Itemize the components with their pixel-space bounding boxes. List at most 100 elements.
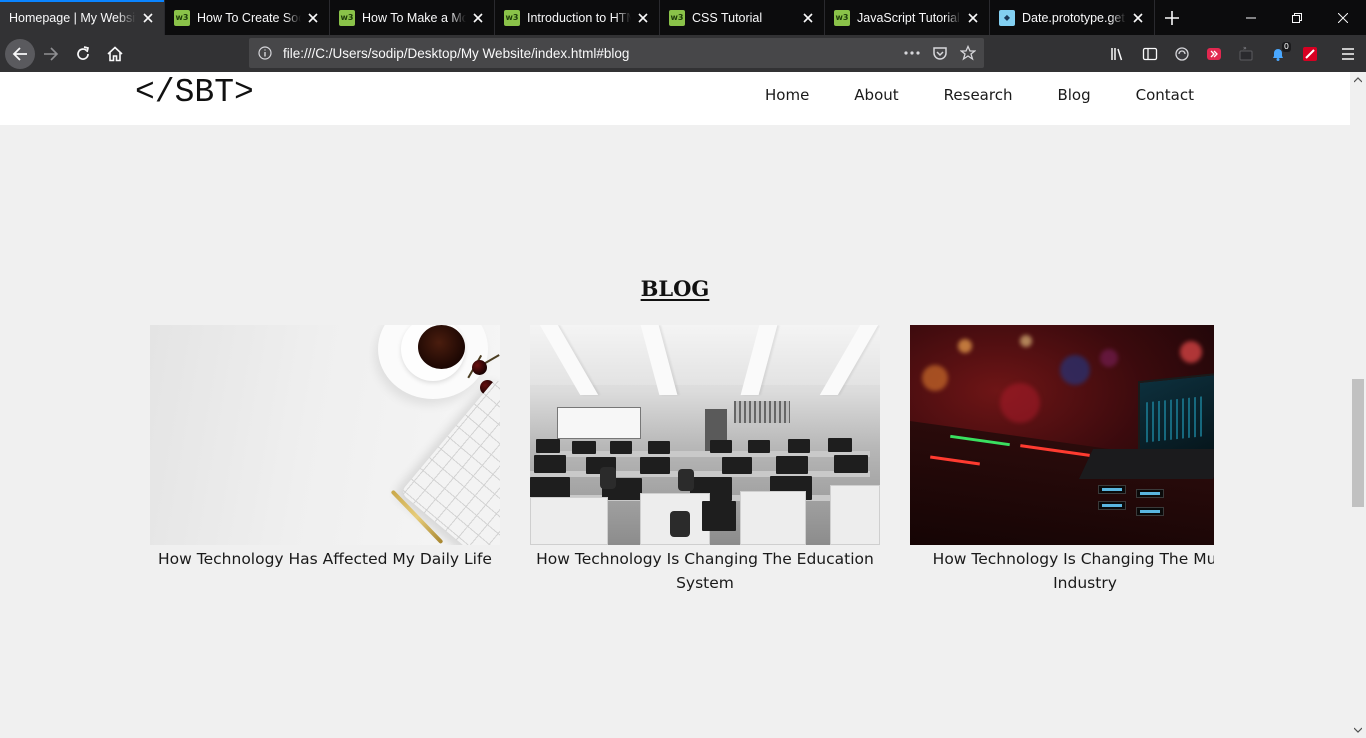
new-tab-button[interactable] [1155, 0, 1189, 35]
blog-card-title[interactable]: How Technology Is Changing The Music Ind… [910, 547, 1214, 595]
toolbar-right: » 0 [1102, 35, 1364, 72]
minimize-button[interactable] [1228, 0, 1274, 35]
blog-image-computer-lab[interactable] [530, 325, 880, 545]
bokeh-light [1020, 335, 1032, 347]
tab-intro-html[interactable]: w3 Introduction to HTML [495, 0, 660, 35]
tab-title: How To Make a Modal Box [362, 10, 466, 25]
tab-title: How To Create Social Media Buttons [197, 10, 301, 25]
whiteboard-shape [557, 407, 641, 439]
monitor-shape [748, 440, 770, 453]
blog-card[interactable]: How Technology Is Changing The Music Ind… [910, 325, 1214, 595]
notifications-button[interactable]: 0 [1262, 38, 1294, 70]
level-display [1136, 507, 1164, 516]
forward-button[interactable] [35, 38, 67, 70]
back-button[interactable] [5, 38, 35, 69]
laptop-screen [1138, 372, 1214, 460]
blog-card-title[interactable]: How Technology Is Changing The Education… [530, 547, 880, 595]
svg-text:»: » [1243, 46, 1247, 52]
keyboard-shape [400, 377, 500, 545]
partition-shape [740, 491, 806, 545]
nav-link-contact[interactable]: Contact [1136, 86, 1194, 104]
tab-title: Introduction to HTML [527, 10, 631, 25]
blog-card[interactable]: How Technology Is Changing The Education… [530, 325, 880, 595]
monitor-shape [572, 441, 596, 454]
w3schools-icon: w3 [669, 9, 685, 26]
level-display [1098, 501, 1126, 510]
home-button[interactable] [99, 38, 131, 70]
nav-link-blog[interactable]: Blog [1057, 86, 1090, 104]
bokeh-light [1060, 355, 1090, 385]
pocket-icon[interactable] [932, 45, 948, 61]
monitor-shape [530, 477, 570, 499]
nav-link-home[interactable]: Home [765, 86, 809, 104]
coffee-shape [418, 325, 465, 369]
bokeh-light [1100, 349, 1118, 367]
restore-icon [1292, 12, 1302, 23]
url-bar[interactable]: file:///C:/Users/sodip/Desktop/My Websit… [249, 38, 984, 68]
page-viewport: </SBT> Home About Research Blog Contact … [0, 72, 1350, 738]
close-icon[interactable] [1130, 10, 1146, 26]
info-icon[interactable] [257, 45, 273, 61]
close-icon[interactable] [635, 10, 651, 26]
monitor-shape [722, 457, 752, 474]
tab-strip: Homepage | My Website w3 How To Create S… [0, 0, 1366, 35]
arrow-left-icon [12, 46, 27, 61]
sync-extension-button[interactable] [1166, 38, 1198, 70]
video-extension-button[interactable] [1198, 38, 1230, 70]
level-display [1136, 489, 1164, 498]
blog-card-title[interactable]: How Technology Has Affected My Daily Lif… [150, 547, 500, 571]
curtain-shape [734, 401, 790, 423]
close-icon[interactable] [305, 10, 321, 26]
tab-css-tutorial[interactable]: w3 CSS Tutorial [660, 0, 825, 35]
blog-heading: BLOG [640, 276, 710, 301]
blog-image-desk[interactable] [150, 325, 500, 545]
library-button[interactable] [1102, 38, 1134, 70]
bokeh-light [1180, 341, 1202, 363]
tab-javascript-tutorial[interactable]: w3 JavaScript Tutorial [825, 0, 990, 35]
close-icon[interactable] [140, 10, 156, 26]
extension-icon: » [1239, 46, 1253, 60]
bokeh-light [958, 339, 972, 353]
extension-button[interactable]: » [1230, 38, 1262, 70]
w3schools-icon: w3 [174, 9, 190, 26]
tab-title: Homepage | My Website [9, 10, 136, 25]
page-scrollbar[interactable] [1350, 72, 1366, 738]
arrow-right-icon [44, 46, 59, 61]
chair-shape [670, 511, 690, 537]
tab-social-media-buttons[interactable]: w3 How To Create Social Media Buttons [165, 0, 330, 35]
pen-extension-button[interactable] [1294, 38, 1326, 70]
monitor-shape [534, 455, 566, 473]
minimize-icon [1246, 17, 1256, 18]
close-icon[interactable] [470, 10, 486, 26]
scroll-down-icon[interactable] [1350, 722, 1366, 738]
blog-card[interactable]: How Technology Has Affected My Daily Lif… [150, 325, 500, 571]
partition-shape [830, 485, 880, 545]
more-actions-icon[interactable] [904, 45, 920, 61]
url-text[interactable]: file:///C:/Users/sodip/Desktop/My Websit… [283, 46, 904, 61]
sync-icon [1175, 46, 1189, 61]
monitor-shape [536, 439, 560, 453]
blog-image-music[interactable] [910, 325, 1214, 545]
restore-button[interactable] [1274, 0, 1320, 35]
scroll-thumb[interactable] [1352, 379, 1364, 507]
close-window-button[interactable] [1320, 0, 1366, 35]
level-display [1098, 485, 1126, 494]
site-logo[interactable]: </SBT> [135, 74, 254, 111]
nav-link-research[interactable]: Research [944, 86, 1013, 104]
close-icon[interactable] [965, 10, 981, 26]
tab-date-getfullyear[interactable]: ◆ Date.prototype.getFullYear() [990, 0, 1155, 35]
nav-toolbar: file:///C:/Users/sodip/Desktop/My Websit… [0, 35, 1366, 72]
close-icon[interactable] [800, 10, 816, 26]
reload-button[interactable] [67, 38, 99, 70]
tab-title: CSS Tutorial [692, 10, 763, 25]
menu-button[interactable] [1332, 38, 1364, 70]
star-icon[interactable] [960, 45, 976, 61]
home-icon [107, 45, 123, 61]
scroll-up-icon[interactable] [1350, 72, 1366, 88]
nav-link-about[interactable]: About [854, 86, 898, 104]
w3schools-icon: w3 [339, 9, 355, 26]
tab-homepage[interactable]: Homepage | My Website [0, 0, 165, 35]
sidebar-button[interactable] [1134, 38, 1166, 70]
bokeh-light [922, 365, 948, 391]
tab-modal-box[interactable]: w3 How To Make a Modal Box [330, 0, 495, 35]
